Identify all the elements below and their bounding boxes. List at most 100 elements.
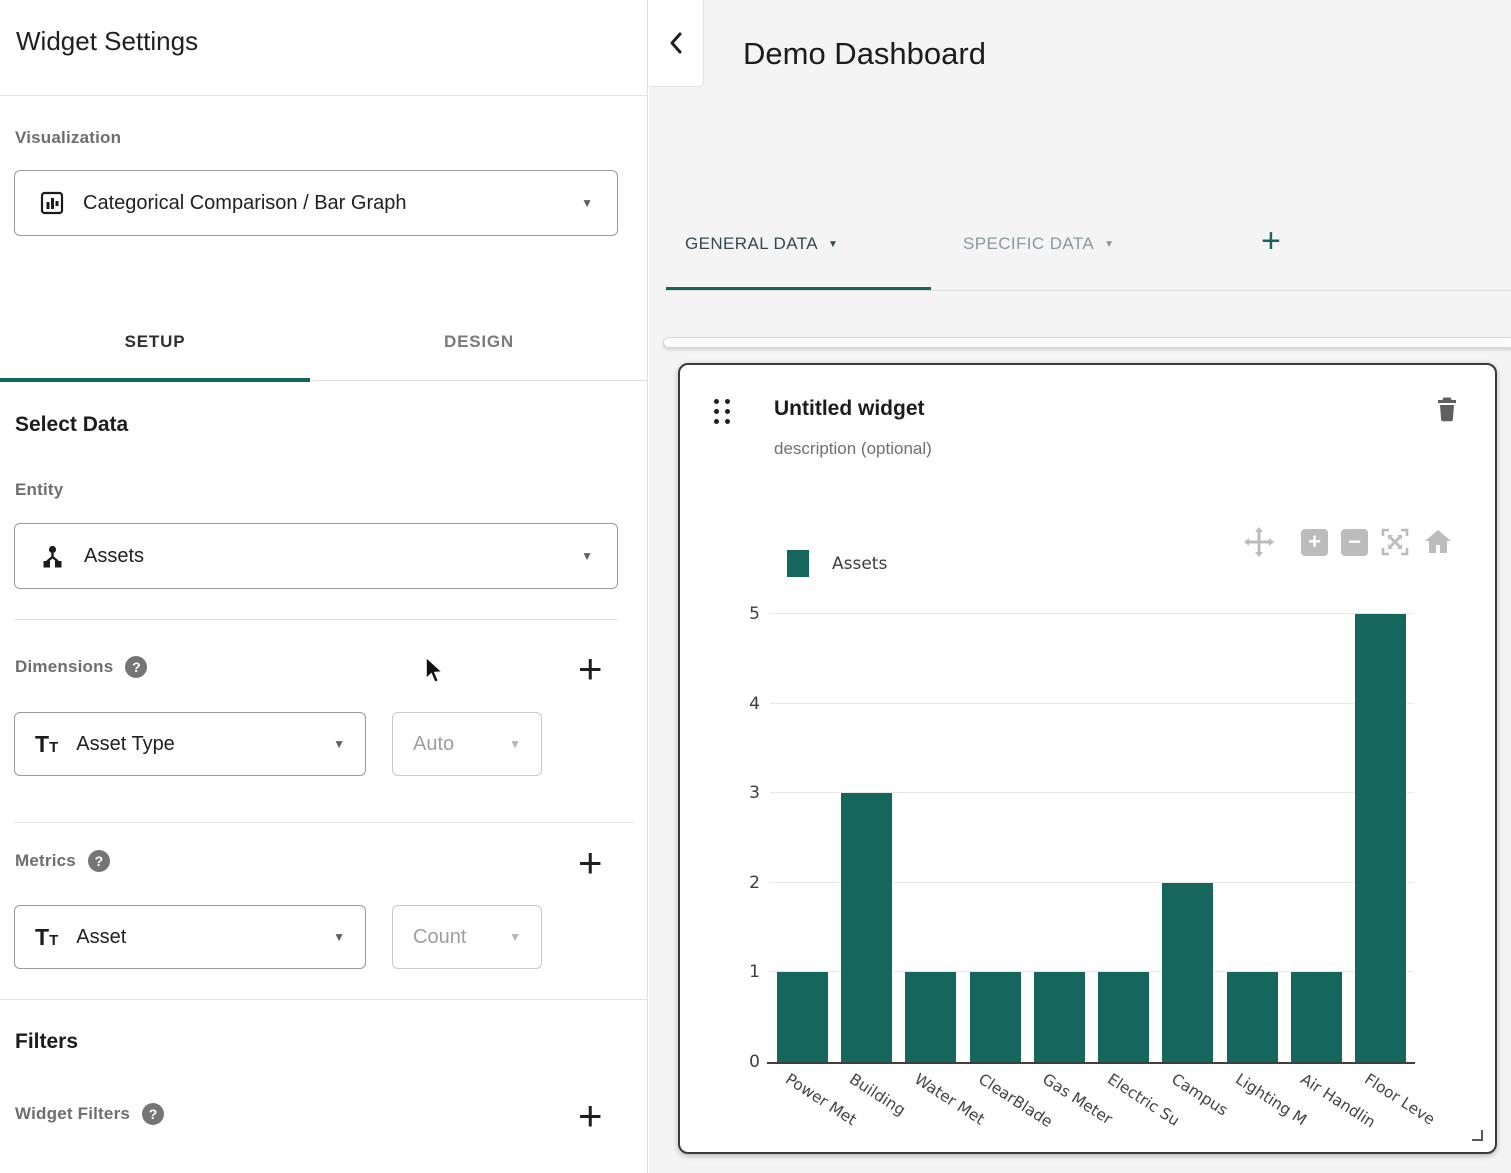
tab-baseline bbox=[666, 290, 1511, 291]
y-tick-label: 4 bbox=[724, 694, 760, 714]
divider bbox=[0, 999, 648, 1000]
bar-Lighting M[interactable] bbox=[1227, 972, 1278, 1062]
chart-toolbar: + − bbox=[1242, 525, 1454, 559]
mouse-cursor bbox=[424, 656, 450, 691]
chevron-left-icon bbox=[667, 31, 685, 55]
dimension-field-select[interactable]: TT Asset Type ▼ bbox=[14, 712, 366, 776]
resize-handle[interactable] bbox=[1472, 1130, 1483, 1141]
x-axis-line bbox=[767, 1062, 1415, 1064]
text-type-icon: TT bbox=[35, 924, 58, 951]
chevron-down-icon: ▼ bbox=[1104, 239, 1114, 250]
bar-Floor Leve[interactable] bbox=[1355, 614, 1406, 1062]
panel-title: Widget Settings bbox=[16, 26, 198, 57]
trash-icon bbox=[1434, 395, 1460, 423]
chevron-down-icon: ▼ bbox=[581, 196, 593, 210]
widget-title: Untitled widget bbox=[774, 397, 925, 421]
asset-hierarchy-icon bbox=[39, 543, 66, 570]
bar-Campus[interactable] bbox=[1162, 883, 1213, 1062]
gridline bbox=[770, 703, 1413, 704]
dashboard-title: Demo Dashboard bbox=[743, 36, 986, 72]
dimension-bucket-value: Auto bbox=[413, 733, 454, 756]
filters-heading: Filters bbox=[15, 1030, 78, 1054]
tab-specific-data[interactable]: SPECIFIC DATA ▼ bbox=[963, 234, 1114, 254]
legend-label: Assets bbox=[832, 554, 887, 574]
select-data-heading: Select Data bbox=[15, 413, 128, 437]
x-tick-label: Power Met bbox=[782, 1070, 860, 1129]
tab-specific-data-label: SPECIFIC DATA bbox=[963, 234, 1094, 254]
drag-handle-icon[interactable] bbox=[714, 399, 730, 424]
bar-Electric Su[interactable] bbox=[1098, 972, 1149, 1062]
y-tick-label: 3 bbox=[724, 783, 760, 803]
collapse-panel-button[interactable] bbox=[649, 0, 704, 87]
help-icon[interactable]: ? bbox=[125, 656, 147, 678]
metrics-label: Metrics bbox=[15, 851, 76, 871]
add-dimension-button[interactable]: + bbox=[578, 648, 603, 690]
widget-card: Untitled widget description (optional) +… bbox=[678, 363, 1497, 1154]
widget-description-field[interactable]: description (optional) bbox=[774, 439, 932, 459]
tab-setup[interactable]: SETUP bbox=[0, 303, 310, 380]
bar-Water Met[interactable] bbox=[905, 972, 956, 1062]
tab-general-data-label: GENERAL DATA bbox=[685, 234, 818, 254]
x-tick-label: Water Met bbox=[911, 1070, 988, 1129]
entity-label: Entity bbox=[15, 480, 63, 500]
entity-value: Assets bbox=[84, 545, 144, 568]
zoom-out-icon[interactable]: − bbox=[1341, 529, 1368, 556]
metric-field-select[interactable]: TT Asset ▼ bbox=[14, 905, 366, 969]
visualization-label: Visualization bbox=[15, 128, 121, 148]
legend-item-assets[interactable]: Assets bbox=[787, 550, 887, 577]
y-tick-label: 1 bbox=[724, 962, 760, 982]
x-tick-label: Lighting M bbox=[1232, 1070, 1310, 1129]
chevron-down-icon: ▼ bbox=[333, 737, 345, 751]
metric-aggregation-value: Count bbox=[413, 926, 466, 949]
dashboard-panel: Demo Dashboard GENERAL DATA ▼ SPECIFIC D… bbox=[649, 0, 1511, 1173]
zoom-in-icon[interactable]: + bbox=[1301, 529, 1328, 556]
metric-aggregation-select[interactable]: Count ▼ bbox=[392, 905, 542, 969]
add-metric-button[interactable]: + bbox=[578, 842, 603, 884]
widget-filters-label: Widget Filters bbox=[15, 1104, 130, 1124]
chevron-down-icon: ▼ bbox=[509, 930, 521, 944]
metric-field-value: Asset bbox=[76, 926, 126, 949]
add-widget-filter-button[interactable]: + bbox=[578, 1095, 603, 1137]
divider bbox=[14, 619, 618, 620]
tab-general-data[interactable]: GENERAL DATA ▼ bbox=[685, 234, 838, 254]
y-tick-label: 5 bbox=[724, 604, 760, 624]
help-icon[interactable]: ? bbox=[142, 1103, 164, 1125]
legend-swatch bbox=[787, 550, 809, 577]
delete-widget-button[interactable] bbox=[1434, 395, 1460, 428]
chevron-down-icon: ▼ bbox=[581, 549, 593, 563]
bar-Power Met[interactable] bbox=[777, 972, 828, 1062]
home-icon[interactable] bbox=[1422, 526, 1454, 558]
bar-chart-plot: 012345Power MetBuildingWater MetClearBla… bbox=[770, 614, 1413, 1062]
bar-Air Handlin[interactable] bbox=[1291, 972, 1342, 1062]
help-icon[interactable]: ? bbox=[88, 850, 110, 872]
bar-chart-icon bbox=[39, 190, 65, 216]
settings-tabs: SETUP DESIGN bbox=[0, 303, 648, 381]
chevron-down-icon: ▼ bbox=[509, 737, 521, 751]
dimensions-label: Dimensions bbox=[15, 657, 113, 677]
box-zoom-icon[interactable] bbox=[1379, 526, 1411, 558]
bar-Gas Meter[interactable] bbox=[1034, 972, 1085, 1062]
widget-filters-row: Widget Filters ? bbox=[15, 1103, 164, 1125]
tab-design[interactable]: DESIGN bbox=[310, 303, 648, 380]
divider bbox=[0, 95, 648, 96]
divider bbox=[14, 822, 634, 823]
add-tab-button[interactable]: + bbox=[1261, 224, 1281, 258]
gridline bbox=[770, 613, 1413, 614]
widget-settings-panel: Widget Settings Visualization Categorica… bbox=[0, 0, 648, 1173]
dimension-field-value: Asset Type bbox=[76, 733, 175, 756]
bar-Building[interactable] bbox=[841, 793, 892, 1062]
chevron-down-icon: ▼ bbox=[828, 239, 838, 250]
visualization-select[interactable]: Categorical Comparison / Bar Graph ▼ bbox=[14, 170, 618, 236]
visualization-value: Categorical Comparison / Bar Graph bbox=[83, 192, 406, 215]
y-tick-label: 0 bbox=[724, 1052, 760, 1072]
entity-select[interactable]: Assets ▼ bbox=[14, 523, 618, 589]
chevron-down-icon: ▼ bbox=[333, 930, 345, 944]
horizontal-scrollbar[interactable] bbox=[663, 337, 1511, 348]
metrics-row: Metrics ? bbox=[15, 850, 110, 872]
pan-icon[interactable] bbox=[1242, 525, 1276, 559]
dimensions-row: Dimensions ? bbox=[15, 656, 147, 678]
dimension-bucket-select[interactable]: Auto ▼ bbox=[392, 712, 542, 776]
text-type-icon: TT bbox=[35, 731, 58, 758]
y-tick-label: 2 bbox=[724, 873, 760, 893]
bar-ClearBlade[interactable] bbox=[970, 972, 1021, 1062]
